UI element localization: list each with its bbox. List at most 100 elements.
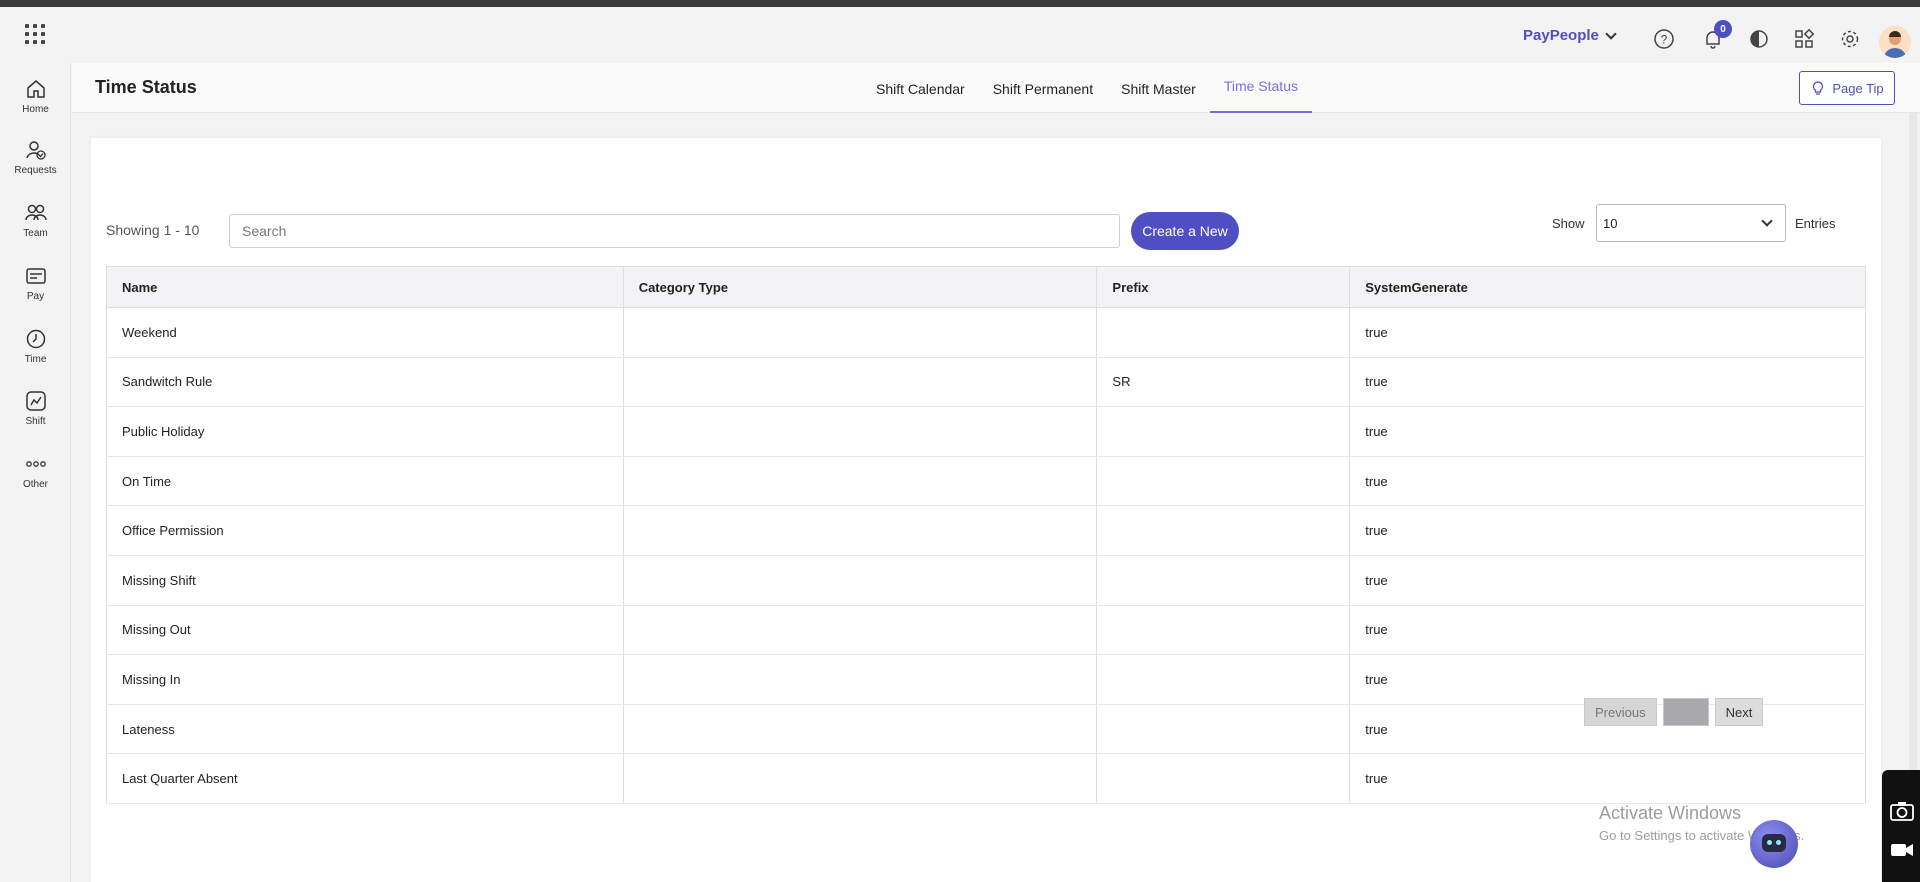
- company-switcher[interactable]: PayPeople: [1523, 27, 1617, 44]
- cell-prefix: [1096, 605, 1351, 656]
- settings-gear-icon[interactable]: [1837, 26, 1863, 52]
- tab-shift-master[interactable]: Shift Master: [1107, 63, 1210, 113]
- tab-time-status[interactable]: Time Status: [1209, 63, 1312, 113]
- sidebar-item-requests[interactable]: Requests: [0, 139, 71, 195]
- table-row[interactable]: Missing Out true: [106, 605, 1866, 656]
- cell-name: Missing In: [106, 654, 624, 705]
- cell-name: Weekend: [106, 307, 624, 358]
- sidebar-item-label: Team: [23, 228, 48, 239]
- cell-name: Office Permission: [106, 505, 624, 556]
- pagination: Previous Next: [1584, 698, 1764, 726]
- user-check-icon: [25, 141, 46, 160]
- sidebar-item-label: Other: [22, 479, 48, 490]
- cell-name: Last Quarter Absent: [106, 753, 624, 804]
- cell-name: On Time: [106, 456, 624, 507]
- theme-toggle-icon[interactable]: [1746, 26, 1772, 52]
- sidebar-item-label: Requests: [14, 165, 57, 176]
- sidebar-item-label: Time: [24, 354, 47, 365]
- page-title: Time Status: [95, 77, 197, 97]
- screen-capture-toolbar: [1882, 770, 1920, 882]
- cell-category-type: [622, 357, 1098, 408]
- table-row[interactable]: Missing In true: [106, 654, 1866, 705]
- notification-badge: 0: [1714, 20, 1732, 38]
- sidebar-item-label: Home: [22, 104, 49, 115]
- notification-bell-icon[interactable]: 0: [1700, 20, 1732, 52]
- cell-prefix: [1096, 753, 1351, 804]
- sidebar-item-team[interactable]: Team: [0, 202, 71, 258]
- cell-prefix: [1096, 704, 1351, 755]
- chatbot-robot-icon[interactable]: [1750, 820, 1798, 868]
- cell-prefix: [1096, 505, 1351, 556]
- left-sidebar: Home Requests Team Pay Time Shift Other: [0, 63, 71, 882]
- cell-prefix: [1096, 307, 1351, 358]
- table-row[interactable]: On Time true: [106, 456, 1866, 507]
- entries-per-page-select[interactable]: 10: [1596, 204, 1786, 242]
- cell-system-generate: true: [1349, 654, 1866, 705]
- table-row[interactable]: Office Permission true: [106, 505, 1866, 556]
- cell-name: Missing Out: [106, 605, 624, 656]
- window-top-strip: [0, 0, 1920, 7]
- table-row[interactable]: Sandwitch Rule SR true: [106, 357, 1866, 408]
- cell-category-type: [622, 555, 1098, 606]
- sidebar-item-home[interactable]: Home: [0, 78, 71, 134]
- help-icon[interactable]: ?: [1651, 26, 1677, 52]
- top-header: PayPeople ? 0: [0, 7, 1920, 63]
- table-row[interactable]: Missing Shift true: [106, 555, 1866, 606]
- column-header-name[interactable]: Name: [106, 266, 624, 308]
- sidebar-item-time[interactable]: Time: [0, 328, 71, 384]
- tab-bar: Shift Calendar Shift Permanent Shift Mas…: [862, 63, 1312, 113]
- current-page-button[interactable]: [1662, 698, 1709, 726]
- cell-system-generate: true: [1349, 357, 1866, 408]
- column-header-category-type[interactable]: Category Type: [622, 266, 1098, 308]
- create-new-button[interactable]: Create a New: [1131, 212, 1239, 250]
- app-launcher-icon[interactable]: [22, 21, 48, 47]
- cell-system-generate: true: [1349, 753, 1866, 804]
- search-input[interactable]: [229, 214, 1120, 248]
- cell-category-type: [622, 753, 1098, 804]
- previous-page-button[interactable]: Previous: [1584, 698, 1657, 726]
- tab-shift-permanent[interactable]: Shift Permanent: [979, 63, 1107, 113]
- lightbulb-icon: [1813, 81, 1824, 95]
- next-page-button[interactable]: Next: [1714, 698, 1764, 726]
- page-header: Time Status Shift Calendar Shift Permane…: [72, 63, 1920, 113]
- table-row[interactable]: Last Quarter Absent true: [106, 753, 1866, 804]
- page-tip-label: Page Tip: [1832, 80, 1884, 96]
- sidebar-item-label: Pay: [26, 291, 45, 302]
- table-row[interactable]: Public Holiday true: [106, 406, 1866, 457]
- chevron-down-icon: [1605, 27, 1617, 40]
- page-tip-button[interactable]: Page Tip: [1799, 71, 1895, 105]
- table-row[interactable]: Weekend true: [106, 307, 1866, 358]
- show-label: Show: [1552, 216, 1585, 231]
- cell-category-type: [622, 456, 1098, 507]
- sidebar-item-shift[interactable]: Shift: [0, 390, 71, 446]
- tab-shift-calendar[interactable]: Shift Calendar: [862, 63, 979, 113]
- table-header-row: Name Category Type Prefix SystemGenerate: [106, 266, 1866, 308]
- clock-icon: [26, 329, 45, 349]
- column-header-system-generate[interactable]: SystemGenerate: [1349, 266, 1866, 308]
- cell-name: Missing Shift: [106, 555, 624, 606]
- widgets-icon[interactable]: [1791, 26, 1817, 52]
- cell-system-generate: true: [1349, 406, 1866, 457]
- video-camera-icon[interactable]: [1889, 840, 1915, 860]
- cell-name: Lateness: [106, 704, 624, 755]
- sidebar-item-other[interactable]: Other: [0, 453, 71, 509]
- main-card: Showing 1 - 10 Create a New Show 10 Entr…: [91, 138, 1881, 882]
- page-scrollbar[interactable]: [1909, 113, 1917, 882]
- chevron-down-icon: [1761, 215, 1773, 227]
- cell-category-type: [622, 505, 1098, 556]
- showing-count: Showing 1 - 10: [106, 222, 200, 238]
- cell-prefix: [1096, 406, 1351, 457]
- entries-label: Entries: [1795, 216, 1836, 231]
- cell-prefix: SR: [1096, 357, 1351, 408]
- sidebar-item-pay[interactable]: Pay: [0, 265, 71, 321]
- cell-system-generate: true: [1349, 605, 1866, 656]
- dots-icon: [25, 461, 46, 467]
- sidebar-item-label: Shift: [25, 416, 46, 427]
- camera-icon[interactable]: [1889, 800, 1915, 822]
- cell-prefix: [1096, 456, 1351, 507]
- chart-icon: [25, 391, 46, 411]
- cell-category-type: [622, 406, 1098, 457]
- svg-text:?: ?: [1661, 33, 1668, 47]
- column-header-prefix[interactable]: Prefix: [1096, 266, 1351, 308]
- user-avatar[interactable]: [1879, 26, 1911, 58]
